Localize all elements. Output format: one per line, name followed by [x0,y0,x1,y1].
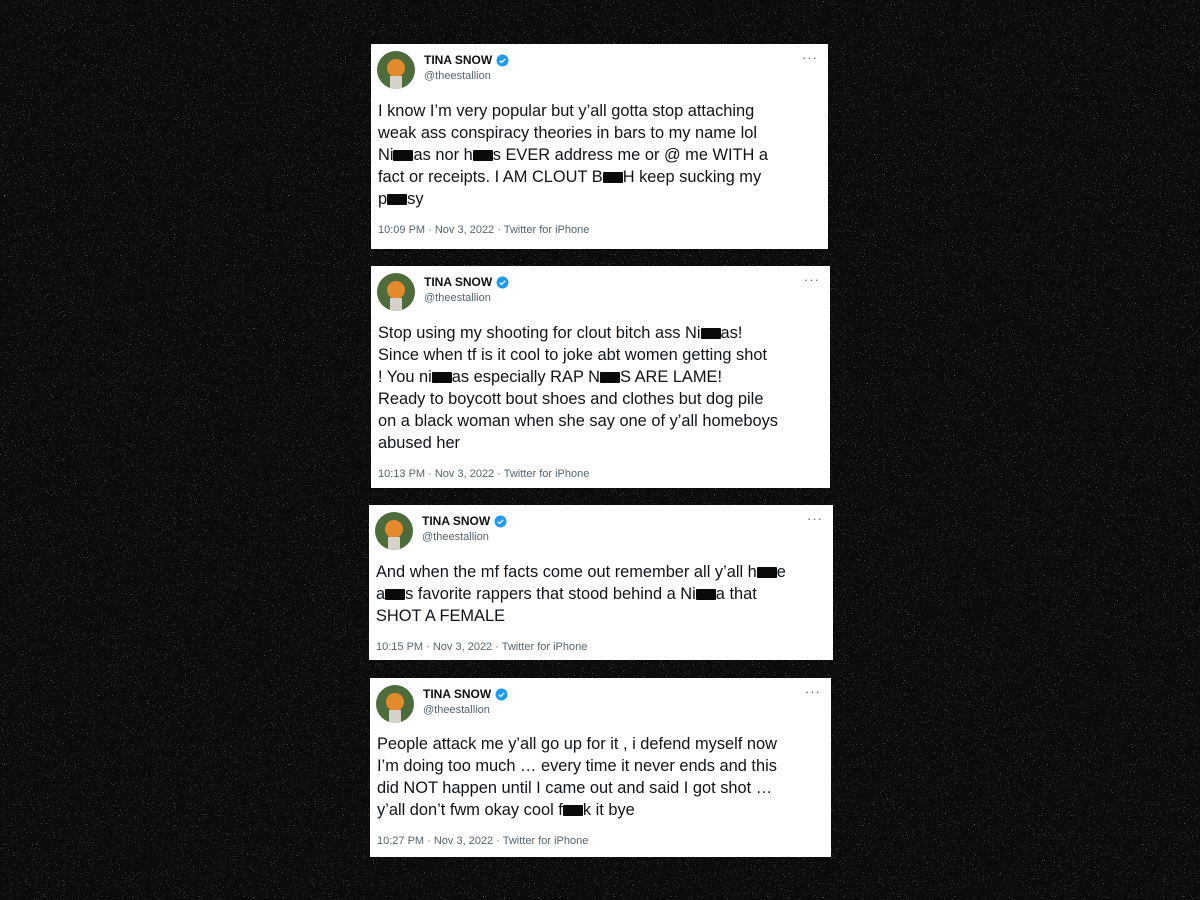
tweet-text-line: fact or receipts. I AM CLOUT B H keep suc… [378,166,822,188]
display-name[interactable]: TINA SNOW [424,53,492,67]
tweet-text-segment: as! [720,324,743,342]
tweet-card: TINA SNOW @theestallion ··· Stop using m… [371,266,830,488]
redaction-block [472,150,493,161]
verified-badge-icon [496,276,509,288]
avatar[interactable] [376,685,414,723]
tweet-card: TINA SNOW @theestallion ··· And when the… [369,505,833,660]
tweet-text-segment: S ARE LAME! [619,368,723,386]
tweet-text-segment: y’all don’t fwm okay cool f [377,801,563,819]
tweet-text-line: Ready to boycott bout shoes and clothes … [378,388,824,410]
avatar[interactable] [377,51,415,89]
handle[interactable]: @theestallion [424,292,491,304]
tweet-text-line: weak ass conspiracy theories in bars to … [378,122,822,144]
tweet-text-segment: as nor h [413,146,473,164]
tweet-text-line: y’all don’t fwm okay cool f k it bye [377,799,825,821]
tweet-text-segment: did NOT happen until I came out and said… [377,779,773,797]
handle[interactable]: @theestallion [422,531,489,543]
tweet-text-segment: s EVER address me or @ me WITH a [492,146,769,164]
tweet-card: TINA SNOW @theestallion ··· People attac… [370,678,831,857]
tweet-text-line: People attack me y’all go up for it , i … [377,733,825,755]
tweet-text-line: SHOT A FEMALE [376,605,827,627]
tweet-text-line: ! You ni as especially RAP N S ARE LAME! [378,366,824,388]
tweet-text-line: on a black woman when she say one of y’a… [378,410,824,432]
tweet-text: Stop using my shooting for clout bitch a… [378,322,824,454]
tweet-text-line: And when the mf facts come out remember … [376,561,827,583]
tweet-timestamp[interactable]: 10:09 PM · Nov 3, 2022 · Twitter for iPh… [378,224,589,236]
more-options-icon[interactable]: ··· [807,511,823,526]
redaction-block [700,328,721,339]
verified-badge-icon [494,515,507,527]
tweet-text-line: p sy [378,188,822,210]
tweet-text-line: abused her [378,432,824,454]
redaction-block [387,194,408,205]
tweet-text-segment: k it bye [582,801,635,819]
tweet-timestamp[interactable]: 10:27 PM · Nov 3, 2022 · Twitter for iPh… [377,835,588,847]
tweet-text: I know I’m very popular but y’all gotta … [378,100,822,210]
more-options-icon[interactable]: ··· [804,272,820,287]
handle[interactable]: @theestallion [423,704,490,716]
tweet-text-line: a s favorite rappers that stood behind a … [376,583,827,605]
tweet-card: TINA SNOW @theestallion ··· I know I’m v… [371,44,828,249]
redaction-block [599,372,620,383]
tweet-text-line: Ni as nor h s EVER address me or @ me WITH… [378,144,822,166]
display-name[interactable]: TINA SNOW [422,514,490,528]
tweet-text-segment: fact or receipts. I AM CLOUT B [378,168,603,186]
tweet-text-segment: ! You ni [378,368,432,386]
avatar[interactable] [375,512,413,550]
redaction-block [695,589,716,600]
tweet-text-segment: weak ass conspiracy theories in bars to … [378,124,757,142]
redaction-block [431,372,452,383]
tweet-text-segment: I know I’m very popular but y’all gotta … [378,102,755,120]
handle[interactable]: @theestallion [424,70,491,82]
tweet-text-segment: as especially RAP N [451,368,600,386]
verified-badge-icon [495,688,508,700]
tweet-text-segment: on a black woman when she say one of y’a… [378,412,778,430]
tweet-text-line: I’m doing too much … every time it never… [377,755,825,777]
tweet-text-segment: sy [407,190,424,208]
tweet-text-segment: Ready to boycott bout shoes and clothes … [378,390,764,408]
tweet-text-segment: s favorite rappers that stood behind a N… [405,585,696,603]
tweet-text-segment: e [776,563,786,581]
tweet-text-segment: Stop using my shooting for clout bitch a… [378,324,701,342]
tweet-text: And when the mf facts come out remember … [376,561,827,627]
redaction-block [756,567,777,578]
tweet-text-line: I know I’m very popular but y’all gotta … [378,100,822,122]
display-name[interactable]: TINA SNOW [424,275,492,289]
tweet-text-segment: Ni [378,146,394,164]
tweet-text-line: did NOT happen until I came out and said… [377,777,825,799]
tweet-text-line: Since when tf is it cool to joke abt wom… [378,344,824,366]
tweet-text-segment: I’m doing too much … every time it never… [377,757,777,775]
tweet-text-line: Stop using my shooting for clout bitch a… [378,322,824,344]
tweet-text-segment: Since when tf is it cool to joke abt wom… [378,346,768,364]
redaction-block [562,805,583,816]
more-options-icon[interactable]: ··· [802,50,818,65]
tweet-timestamp[interactable]: 10:15 PM · Nov 3, 2022 · Twitter for iPh… [376,641,587,653]
tweet-text-segment: a [376,585,386,603]
tweet-text-segment: p [378,190,388,208]
redaction-block [602,172,623,183]
redaction-block [393,150,414,161]
more-options-icon[interactable]: ··· [805,684,821,699]
tweet-text-segment: H keep sucking my [622,168,762,186]
tweet-text-segment: SHOT A FEMALE [376,607,506,625]
tweet-text-segment: And when the mf facts come out remember … [376,563,757,581]
display-name[interactable]: TINA SNOW [423,687,491,701]
tweet-text-segment: a that [715,585,757,603]
tweet-timestamp[interactable]: 10:13 PM · Nov 3, 2022 · Twitter for iPh… [378,468,589,480]
avatar[interactable] [377,273,415,311]
redaction-block [385,589,406,600]
verified-badge-icon [496,54,509,66]
tweet-text: People attack me y’all go up for it , i … [377,733,825,821]
tweet-text-segment: People attack me y’all go up for it , i … [377,735,777,753]
tweet-text-segment: abused her [378,434,461,452]
